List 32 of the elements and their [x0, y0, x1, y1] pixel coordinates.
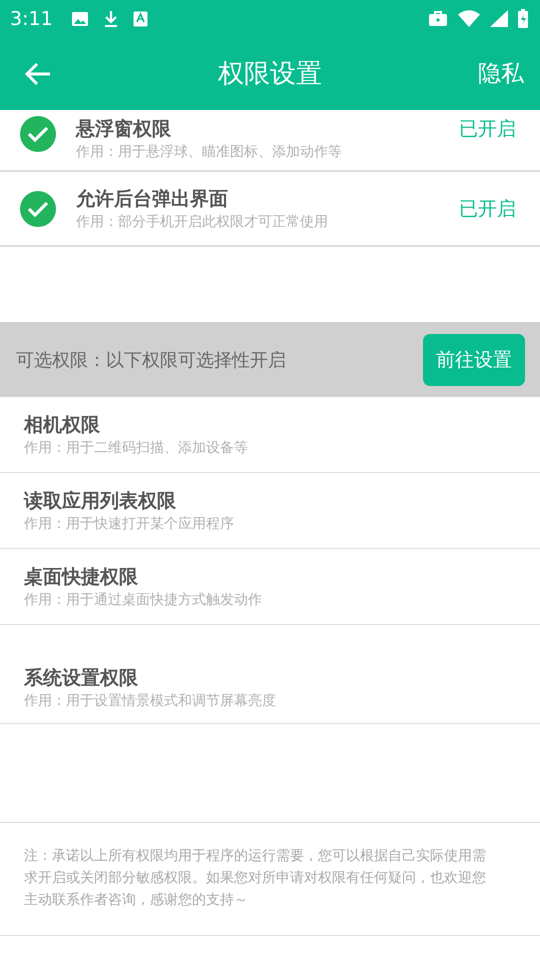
back-icon[interactable]	[25, 62, 51, 86]
note-text: 注：承诺以上所有权限均用于程序的运行需要，您可以根据自己实际使用需求开启或关闭部分敏感权限。如果您对所申请对权限有任何疑问，也欢迎您主动联系作者咨询，感谢您的支持～	[0, 823, 540, 936]
permission-name: 桌面快捷权限	[24, 564, 139, 590]
permission-row[interactable]: 允许后台弹出界面 作用：部分手机开启此权限才可正常使用 已开启	[0, 172, 540, 247]
permission-name: 读取应用列表权限	[24, 488, 177, 514]
permission-description: 作用：用于设置情景模式和调节屏幕亮度	[24, 692, 277, 711]
permission-row[interactable]: 系统设置权限 作用：用于设置情景模式和调节屏幕亮度	[0, 625, 540, 724]
permission-name: 允许后台弹出界面	[76, 186, 229, 212]
permission-row[interactable]: 悬浮窗权限 作用：用于悬浮球、瞄准图标、添加动作等 已开启	[0, 110, 540, 172]
download-icon	[102, 10, 119, 28]
permission-row[interactable]: 读取应用列表权限 作用：用于快速打开某个应用程序	[0, 473, 540, 549]
wifi-icon	[458, 10, 480, 27]
signal-icon	[490, 10, 508, 27]
permission-description: 作用：部分手机开启此权限才可正常使用	[76, 212, 329, 232]
permission-row[interactable]: 桌面快捷权限 作用：用于通过桌面快捷方式触发动作	[0, 549, 540, 625]
permission-name: 悬浮窗权限	[76, 117, 172, 142]
font-icon	[132, 10, 148, 26]
permission-description: 作用：用于快速打开某个应用程序	[24, 514, 235, 534]
permission-name: 系统设置权限	[24, 666, 139, 691]
battery-icon	[518, 9, 528, 28]
permission-status: 已开启	[459, 196, 516, 222]
permission-row[interactable]: 相机权限 作用：用于二维码扫描、添加设备等	[0, 397, 540, 473]
permission-description: 作用：用于悬浮球、瞄准图标、添加动作等	[76, 143, 343, 162]
optional-label: 可选权限：以下权限可选择性开启	[16, 348, 286, 372]
permission-description: 作用：用于通过桌面快捷方式触发动作	[24, 590, 263, 610]
briefcase-icon	[428, 10, 448, 27]
permission-name: 相机权限	[24, 412, 101, 438]
permission-description: 作用：用于二维码扫描、添加设备等	[24, 438, 249, 458]
permission-status: 已开启	[459, 117, 516, 142]
status-time: 3:11	[10, 8, 53, 30]
image-icon	[70, 10, 89, 26]
page-title: 权限设置	[218, 58, 322, 91]
